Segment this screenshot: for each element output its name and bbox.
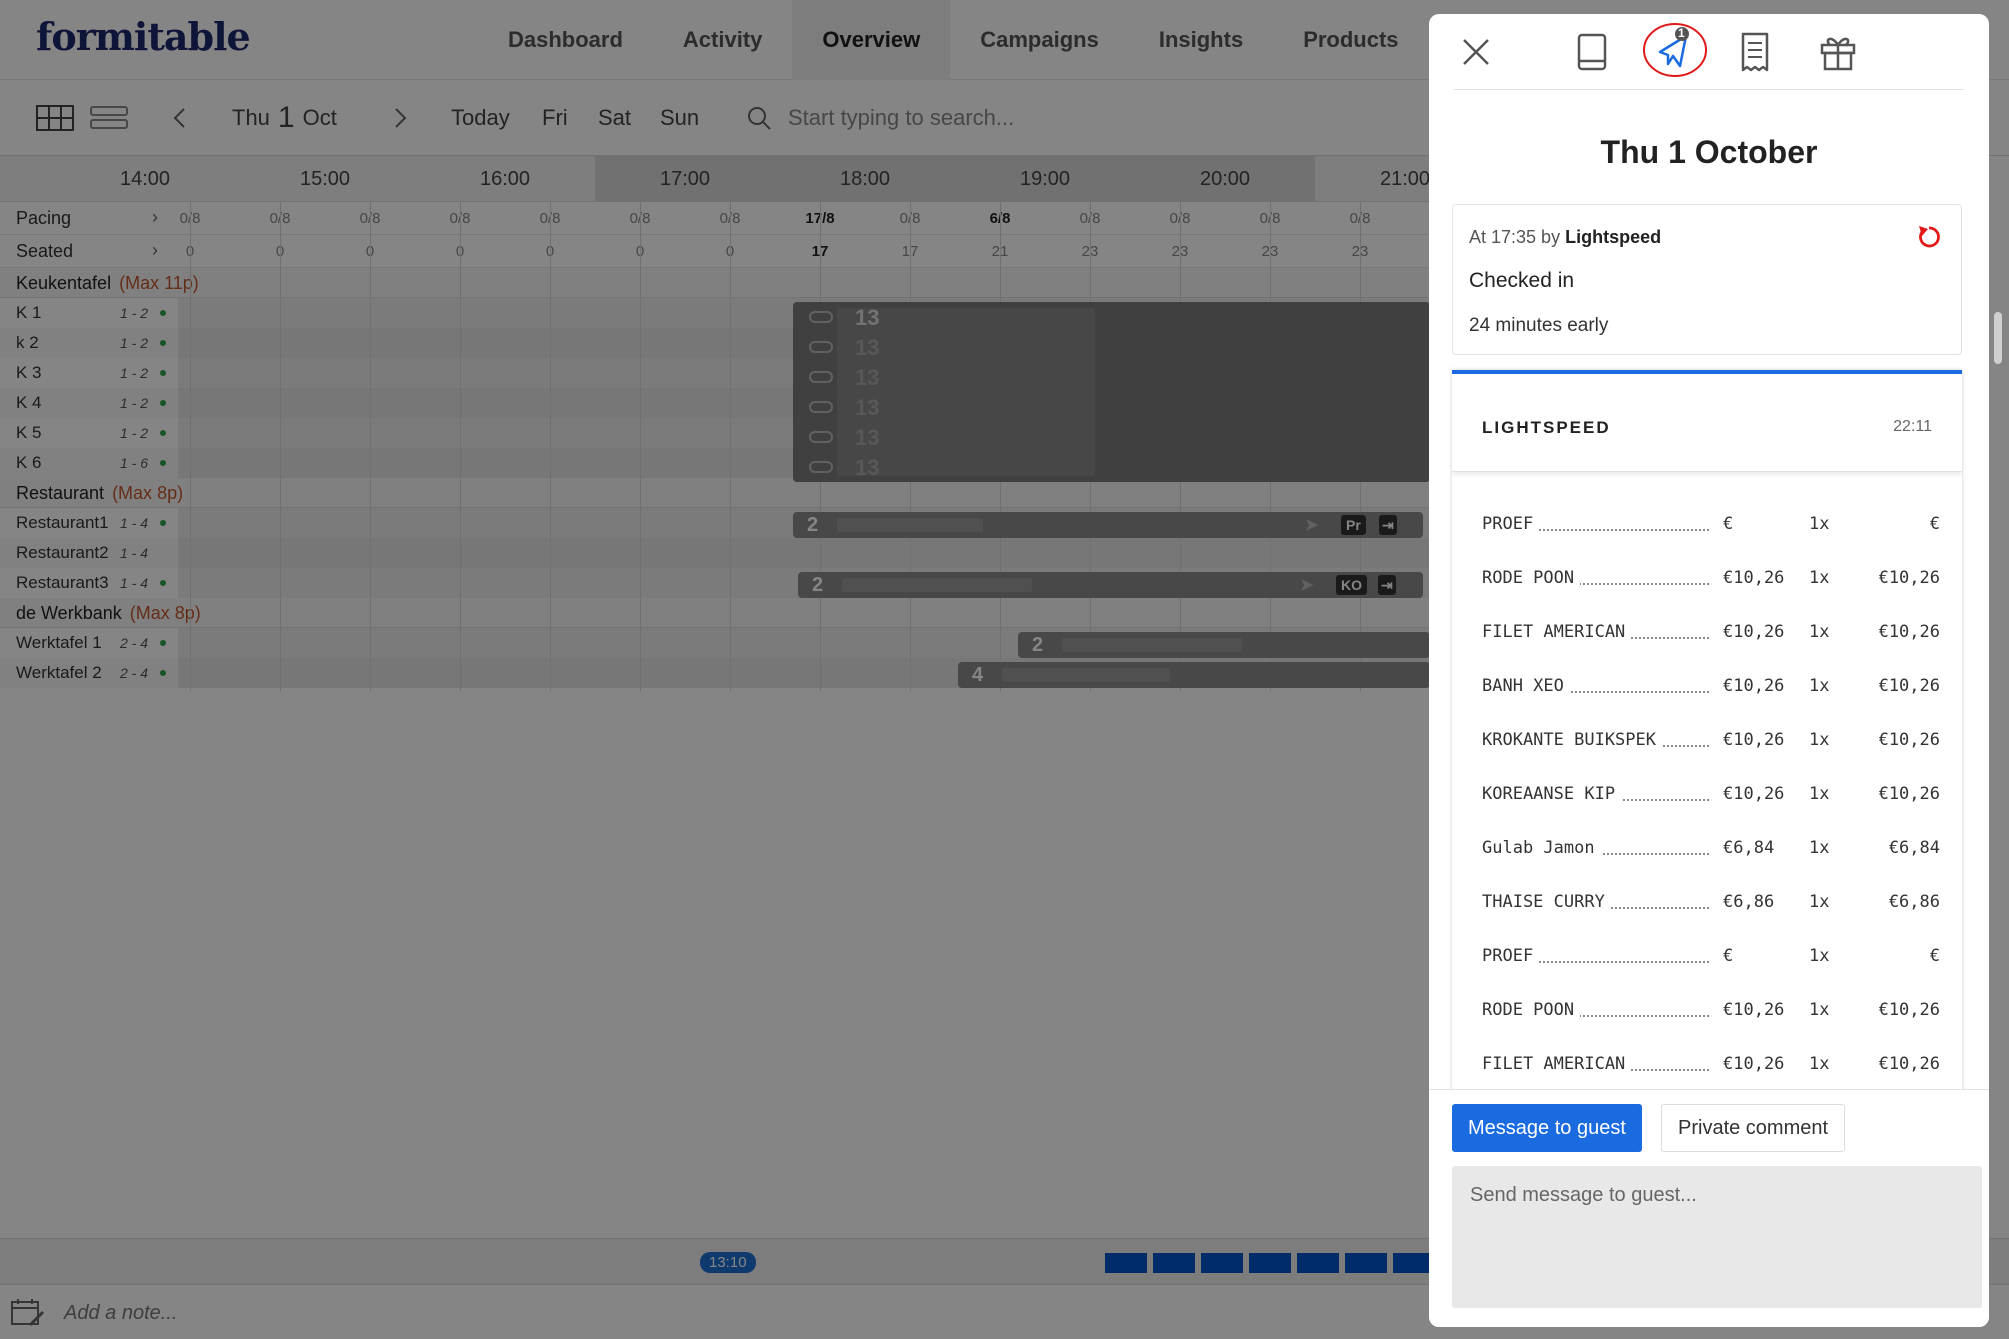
checkin-event-card: At 17:35 by Lightspeed Checked in 24 min… xyxy=(1452,204,1962,355)
receipt-line: PROEF €1x € xyxy=(1482,946,1940,970)
receipt-item-total: €10,26 xyxy=(1878,676,1940,696)
panel-scrollbar[interactable] xyxy=(1994,312,2002,364)
receipt-header: LIGHTSPEED 22:11 xyxy=(1452,374,1962,472)
message-to-guest-button[interactable]: Message to guest xyxy=(1452,1104,1642,1152)
receipt-item-qty: 1x xyxy=(1809,838,1830,858)
receipt-item-qty: 1x xyxy=(1809,568,1830,588)
receipt-item-total: € xyxy=(1929,514,1940,534)
receipt-item-total: €10,26 xyxy=(1878,730,1940,750)
receipt-item-qty: 1x xyxy=(1809,622,1830,642)
receipt-item-price: € xyxy=(1723,514,1734,534)
receipt-item-qty: 1x xyxy=(1809,892,1830,912)
message-input[interactable] xyxy=(1452,1166,1982,1308)
receipt-item-price: €10,26 xyxy=(1723,1054,1785,1074)
receipt-item-name: THAISE CURRY xyxy=(1482,892,1611,912)
receipt-item-qty: 1x xyxy=(1809,1054,1830,1074)
receipt-line: KOREAANSE KIP €10,26 1x €10,26 xyxy=(1482,784,1940,808)
receipt-line: FILET AMERICAN €10,26 1x €10,26 xyxy=(1482,1054,1940,1078)
receipt-item-price: €10,26 xyxy=(1723,622,1785,642)
send-message-icon[interactable]: 1 xyxy=(1642,23,1708,77)
receipt-item-total: € xyxy=(1929,946,1940,966)
message-composer: Message to guest Private comment xyxy=(1429,1089,1989,1327)
receipt-item-qty: 1x xyxy=(1809,730,1830,750)
receipt-item-price: €6,86 xyxy=(1723,892,1775,912)
pos-receipt: LIGHTSPEED 22:11 PROEF €1x € RODE POON €10,2… xyxy=(1452,370,1962,1106)
receipt-icon[interactable] xyxy=(1734,30,1778,74)
receipt-item-total: €10,26 xyxy=(1878,568,1940,588)
receipt-line: RODE POON €10,26 1x €10,26 xyxy=(1482,1000,1940,1024)
receipt-item-price: €10,26 xyxy=(1723,568,1785,588)
receipt-time: 22:11 xyxy=(1893,418,1932,435)
receipt-item-qty: 1x xyxy=(1809,946,1830,966)
notification-count: 1 xyxy=(1678,26,1685,40)
receipt-line: KROKANTE BUIKSPEK €10,26 1x €10,26 xyxy=(1482,730,1940,754)
receipt-item-name: KOREAANSE KIP xyxy=(1482,784,1622,804)
receipt-line: BANH XEO €10,26 1x €10,26 xyxy=(1482,676,1940,700)
receipt-item-name: BANH XEO xyxy=(1482,676,1570,696)
book-icon[interactable] xyxy=(1570,30,1614,74)
private-comment-button[interactable]: Private comment xyxy=(1661,1104,1846,1152)
event-detail: 24 minutes early xyxy=(1469,315,1609,336)
receipt-item-price: € xyxy=(1723,946,1734,966)
receipt-line: Gulab Jamon €6,84 1x €6,84 xyxy=(1482,838,1940,862)
receipt-item-price: €10,26 xyxy=(1723,1000,1785,1020)
receipt-item-name: RODE POON xyxy=(1482,1000,1581,1020)
undo-icon[interactable] xyxy=(1915,223,1943,251)
panel-date-title: Thu 1 October xyxy=(1600,134,1818,170)
receipt-item-qty: 1x xyxy=(1809,514,1830,534)
gift-icon[interactable] xyxy=(1816,30,1860,74)
event-timestamp: At 17:35 by Lightspeed xyxy=(1469,227,1661,248)
receipt-item-price: €10,26 xyxy=(1723,784,1785,804)
receipt-line: THAISE CURRY €6,86 1x €6,86 xyxy=(1482,892,1940,916)
close-icon[interactable] xyxy=(1454,30,1498,74)
receipt-line: RODE POON €10,26 1x €10,26 xyxy=(1482,568,1940,592)
receipt-item-name: PROEF xyxy=(1482,514,1540,534)
receipt-item-total: €10,26 xyxy=(1878,1000,1940,1020)
receipt-item-name: FILET AMERICAN xyxy=(1482,1054,1632,1074)
receipt-item-name: KROKANTE BUIKSPEK xyxy=(1482,730,1662,750)
receipt-item-qty: 1x xyxy=(1809,784,1830,804)
receipt-item-price: €6,84 xyxy=(1723,838,1775,858)
reservation-detail-panel: 1 Thu 1 October At 17:35 by Lightspeed C… xyxy=(1429,14,1989,1327)
receipt-item-name: PROEF xyxy=(1482,946,1540,966)
receipt-item-price: €10,26 xyxy=(1723,676,1785,696)
receipt-item-total: €6,84 xyxy=(1888,838,1940,858)
receipt-line: FILET AMERICAN €10,26 1x €10,26 xyxy=(1482,622,1940,646)
receipt-item-total: €6,86 xyxy=(1888,892,1940,912)
receipt-item-name: Gulab Jamon xyxy=(1482,838,1601,858)
event-time-prefix: At 17:35 by xyxy=(1469,227,1561,247)
receipt-item-qty: 1x xyxy=(1809,1000,1830,1020)
event-title: Checked in xyxy=(1469,269,1575,292)
receipt-item-name: RODE POON xyxy=(1482,568,1581,588)
receipt-item-qty: 1x xyxy=(1809,676,1830,696)
event-source: Lightspeed xyxy=(1565,227,1662,247)
panel-tabs: 1 xyxy=(1454,14,1964,90)
receipt-item-price: €10,26 xyxy=(1723,730,1785,750)
receipt-item-total: €10,26 xyxy=(1878,784,1940,804)
receipt-item-total: €10,26 xyxy=(1878,1054,1940,1074)
receipt-brand: LIGHTSPEED xyxy=(1482,418,1611,437)
receipt-item-total: €10,26 xyxy=(1878,622,1940,642)
receipt-line: PROEF €1x € xyxy=(1482,514,1940,538)
receipt-item-name: FILET AMERICAN xyxy=(1482,622,1632,642)
